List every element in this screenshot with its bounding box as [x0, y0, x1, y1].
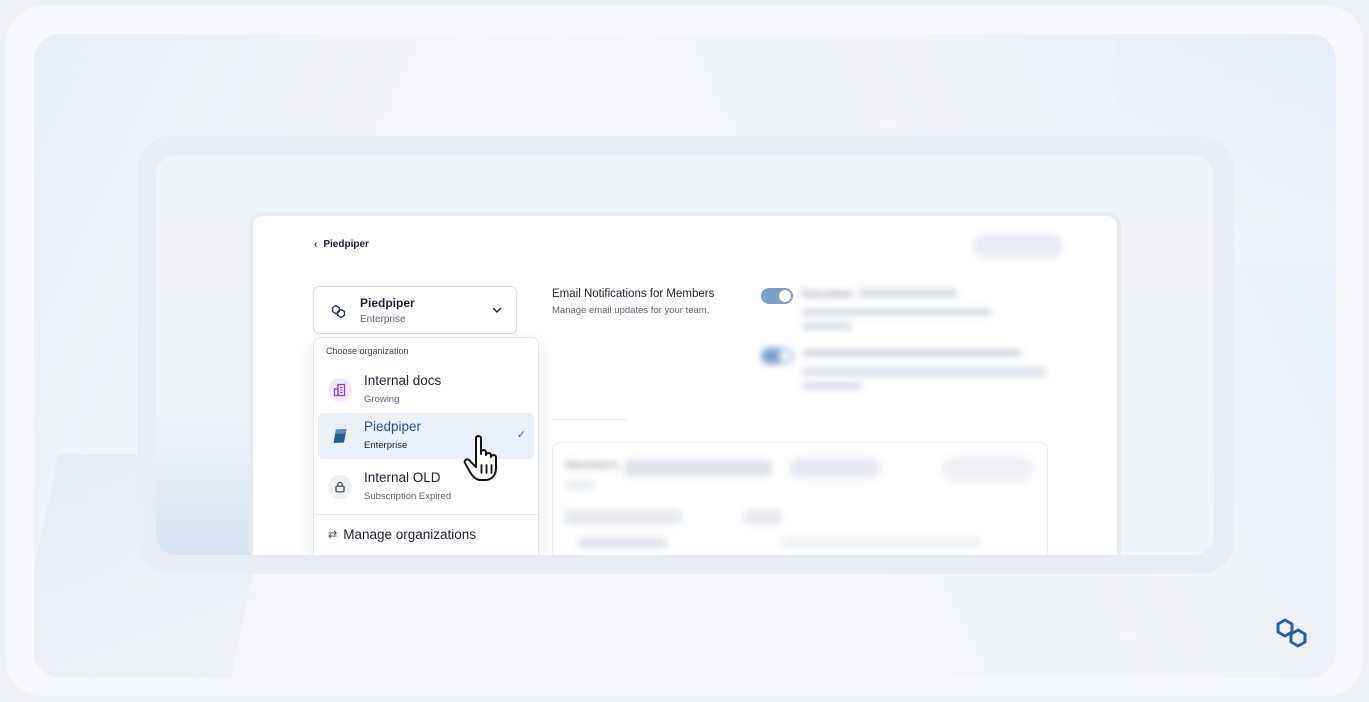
- glass-fade: [156, 395, 256, 555]
- chevron-left-icon: ‹: [314, 239, 318, 250]
- blurred-column-header: [563, 509, 683, 525]
- blurred-text: [802, 368, 1047, 376]
- cube-icon: [328, 424, 352, 448]
- brand-logo-icon: [1276, 618, 1307, 648]
- org-option-subtitle: Growing: [364, 394, 400, 405]
- blurred-text: [802, 308, 992, 316]
- blurred-row: [781, 537, 981, 547]
- manage-organizations-label: Manage organizations: [343, 527, 477, 542]
- members-card: Members: [552, 442, 1048, 555]
- notification-toggle[interactable]: [761, 288, 793, 304]
- members-title: Members: [565, 457, 620, 472]
- org-option-subtitle: Enterprise: [364, 440, 408, 451]
- invite-members-button[interactable]: [943, 457, 1033, 481]
- org-selector[interactable]: Piedpiper Enterprise: [313, 286, 517, 334]
- org-logo-icon: [331, 304, 346, 319]
- sliders-icon: ⇄: [328, 529, 338, 541]
- dropdown-header: Choose organization: [326, 346, 409, 356]
- divider: [552, 419, 627, 420]
- preference-title: Document: [802, 288, 853, 300]
- org-selector-tier: Enterprise: [360, 314, 406, 325]
- org-option-name: Piedpiper: [364, 419, 422, 434]
- blurred-column-header: [743, 509, 783, 525]
- org-option-internal-docs[interactable]: Internal docs Growing: [318, 367, 534, 413]
- org-option-name: Internal docs: [364, 373, 442, 388]
- building-icon: [328, 378, 352, 402]
- email-notifications-subtitle: Manage email updates for your team.: [552, 305, 710, 316]
- email-notifications-title: Email Notifications for Members: [552, 288, 715, 300]
- blurred-row: [577, 537, 667, 549]
- back-link[interactable]: ‹ Piedpiper: [314, 239, 369, 250]
- blurred-text: [802, 349, 1022, 357]
- org-selector-name: Piedpiper: [360, 296, 415, 310]
- lock-icon: [328, 475, 352, 499]
- members-count-badge: [789, 457, 881, 479]
- app-window: ‹ Piedpiper Piedpiper Enterprise Email N…: [249, 212, 1121, 555]
- org-option-name: Internal OLD: [364, 470, 441, 485]
- manage-organizations-button[interactable]: ⇄ Manage organizations: [328, 527, 476, 542]
- back-link-label: Piedpiper: [323, 239, 369, 250]
- org-option-subtitle: Subscription Expired: [364, 491, 452, 502]
- chevron-down-icon: [492, 307, 502, 313]
- blurred-text: [623, 459, 773, 477]
- blurred-text: [802, 322, 852, 330]
- dropdown-divider: [314, 514, 538, 515]
- blurred-text: [802, 382, 862, 390]
- blurred-text: [565, 481, 595, 489]
- checkmark-icon: ✓: [516, 429, 526, 441]
- top-right-button[interactable]: [973, 234, 1063, 258]
- blurred-text: [858, 289, 958, 297]
- hand-pointer-cursor-icon: [463, 435, 497, 481]
- notification-toggle[interactable]: [761, 348, 793, 364]
- glass-panel: ‹ Piedpiper Piedpiper Enterprise Email N…: [156, 155, 1214, 555]
